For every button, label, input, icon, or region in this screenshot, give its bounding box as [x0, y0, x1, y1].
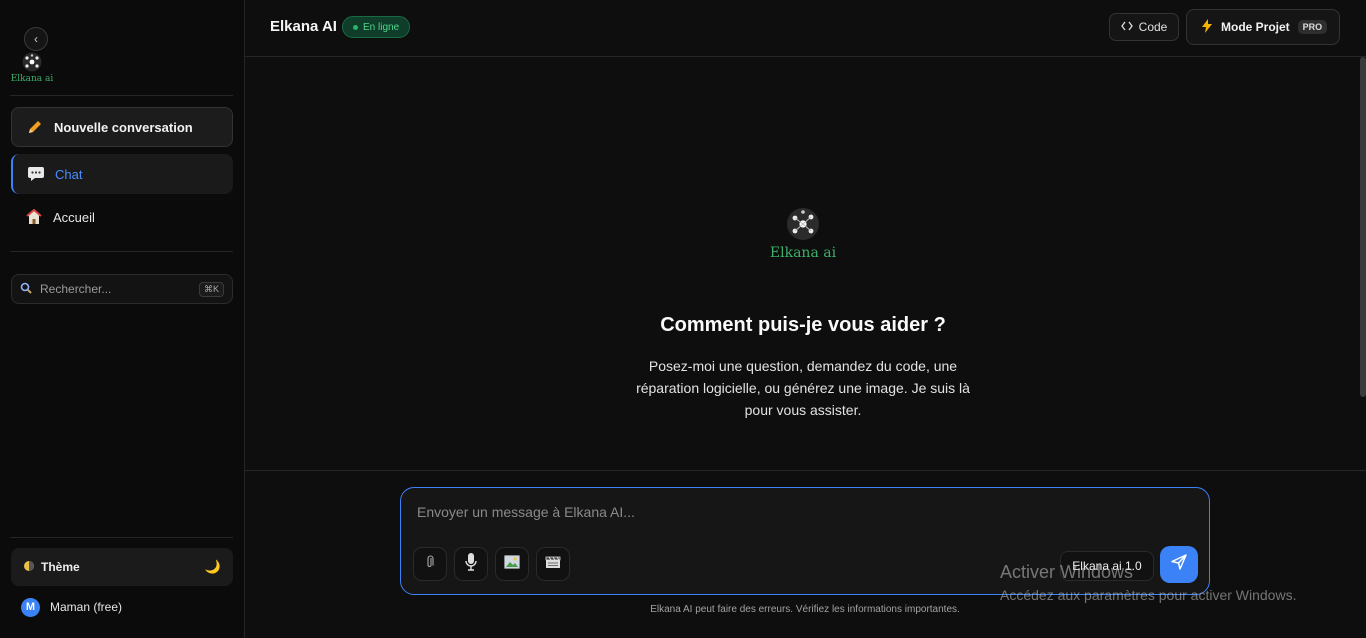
elkana-logo-icon: [787, 208, 819, 240]
sidebar-item-label: Accueil: [53, 209, 95, 225]
search-input[interactable]: Rechercher... ⌘K: [11, 274, 233, 304]
code-icon: [1120, 20, 1133, 34]
project-mode-button[interactable]: Mode Projet PRO: [1186, 9, 1340, 45]
image-icon: [504, 554, 520, 574]
elkana-logo-icon: [22, 52, 42, 72]
pro-badge: PRO: [1297, 20, 1328, 34]
voice-input-button[interactable]: [454, 547, 488, 581]
disclaimer-text: Elkana AI peut faire des erreurs. Vérifi…: [650, 604, 960, 615]
model-selector[interactable]: Elkana ai 1.0: [1060, 551, 1154, 581]
pencil-icon: [26, 118, 44, 136]
microphone-icon: [464, 552, 478, 577]
composer-area: Elkana ai 1.0 Elkana AI peut faire des e…: [245, 470, 1366, 638]
moon-icon: 🌙: [204, 559, 221, 574]
sidebar-logo-text: Elkana ai: [10, 74, 54, 84]
code-label: Code: [1138, 20, 1168, 34]
welcome-heading: Comment puis-je vous aider ?: [660, 314, 946, 336]
app-title: Elkana AI: [270, 18, 337, 35]
search-shortcut-badge: ⌘K: [198, 281, 224, 297]
sidebar-item-accueil[interactable]: Accueil: [11, 197, 233, 237]
send-icon: [1171, 554, 1187, 575]
send-button[interactable]: [1160, 546, 1198, 583]
theme-toggle-button[interactable]: Thème 🌙: [11, 548, 233, 586]
theme-icon: [23, 560, 35, 575]
welcome-subtitle: Posez-moi une question, demandez du code…: [636, 358, 970, 418]
lightning-icon: [1201, 18, 1213, 36]
search-icon: [20, 282, 32, 297]
search-placeholder: Rechercher...: [40, 282, 112, 296]
image-button[interactable]: [495, 547, 529, 581]
chat-area: Elkana ai Comment puis-je vous aider ? P…: [245, 57, 1366, 470]
theme-label: Thème: [41, 560, 80, 574]
divider: [10, 251, 233, 252]
video-button[interactable]: [536, 547, 570, 581]
new-conversation-button[interactable]: Nouvelle conversation: [11, 107, 233, 147]
home-icon: [25, 208, 43, 226]
sidebar-item-chat[interactable]: Chat: [11, 154, 233, 194]
message-composer: Elkana ai 1.0: [400, 487, 1210, 595]
online-dot-icon: [353, 24, 358, 30]
sidebar-logo[interactable]: Elkana ai: [10, 52, 54, 88]
center-logo-text: Elkana ai: [769, 245, 837, 261]
divider: [10, 95, 233, 96]
code-button[interactable]: Code: [1109, 13, 1179, 41]
clapperboard-icon: [545, 555, 561, 574]
status-badge: En ligne: [342, 16, 411, 38]
status-text: En ligne: [363, 21, 400, 33]
chat-icon: [27, 165, 45, 183]
paperclip-icon: [425, 554, 435, 574]
sidebar-item-label: Chat: [55, 166, 83, 182]
project-mode-label: Mode Projet: [1221, 20, 1290, 34]
center-logo: Elkana ai: [765, 207, 841, 261]
scrollbar[interactable]: [1360, 57, 1366, 397]
user-name: Maman (free): [50, 600, 123, 614]
collapse-sidebar-button[interactable]: ‹: [24, 27, 48, 51]
avatar: M: [21, 597, 40, 617]
new-conversation-label: Nouvelle conversation: [54, 119, 193, 135]
message-input[interactable]: [417, 500, 1177, 524]
divider: [10, 537, 233, 538]
attach-button[interactable]: [413, 547, 447, 581]
sidebar: ‹ Elkana ai Nouvelle conversation Chat A…: [0, 0, 245, 638]
user-profile[interactable]: M Maman (free): [11, 593, 233, 621]
top-header: Elkana AI En ligne Code Mode Projet PRO: [245, 0, 1366, 57]
chevron-left-icon: ‹: [34, 32, 38, 46]
